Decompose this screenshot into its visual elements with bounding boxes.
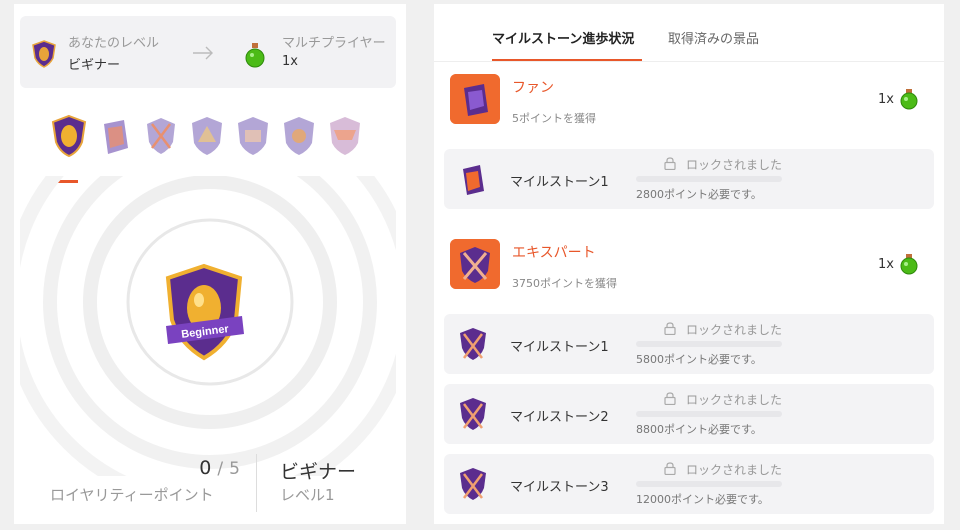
milestone-row: マイルストーン1 ロックされました 5800ポイント必要です。 (444, 314, 934, 374)
milestone-row: マイルストーン2 ロックされました 8800ポイント必要です。 (444, 384, 934, 444)
milestone-name: マイルストーン2 (510, 410, 609, 425)
milestone-name: マイルストーン1 (510, 340, 609, 355)
level7-badge-icon[interactable] (326, 114, 364, 158)
current-level-value: ビギナー (68, 58, 121, 73)
expert-milestone-icon (460, 398, 486, 430)
green-potion-icon (245, 43, 265, 68)
milestone-name: マイルストーン3 (510, 480, 609, 495)
milestone-requirement: 12000ポイント必要です。 (636, 493, 769, 506)
green-potion-icon (900, 254, 918, 275)
expert-milestone-icon (460, 468, 486, 500)
group-reward: 1x (878, 92, 894, 107)
lock-status: ロックされました (686, 393, 783, 407)
points-separator: / (217, 459, 224, 479)
level-panel: あなたのレベル ビギナー マルチプライヤー 1x Beginner 0 / 5 … (14, 4, 406, 524)
level6-badge-icon[interactable] (280, 114, 318, 158)
lock-icon (664, 322, 676, 335)
lock-status: ロックされました (686, 158, 783, 172)
milestone-requirement: 5800ポイント必要です。 (636, 353, 762, 366)
beginner-badge-icon[interactable] (50, 114, 88, 158)
expert-badge-icon[interactable] (142, 114, 180, 158)
points-label: ロイヤリティーポイント (50, 486, 214, 504)
shield-egg-icon (32, 40, 56, 68)
lock-status: ロックされました (686, 323, 783, 337)
fan-badge-icon[interactable] (96, 114, 134, 158)
lock-icon (664, 392, 676, 405)
beginner-shield-icon: Beginner (160, 262, 248, 362)
current-level-label: あなたのレベル (68, 36, 160, 51)
fan-milestone-icon (463, 165, 484, 195)
level-name: ビギナー (280, 461, 357, 483)
group-subtitle: 5ポイントを獲得 (512, 112, 596, 125)
points-total: 5 (229, 459, 240, 479)
lock-icon (664, 157, 676, 170)
tab-earned-rewards[interactable]: 取得済みの景品 (668, 28, 759, 47)
expert-tier-icon (450, 239, 500, 289)
badge-row (44, 114, 384, 164)
group-reward: 1x (878, 257, 894, 272)
level-number: レベル1 (280, 486, 335, 504)
group-title: エキスパート (512, 245, 596, 261)
green-potion-icon (900, 89, 918, 110)
active-tab-indicator (492, 59, 642, 61)
group-title: ファン (512, 80, 554, 96)
multiplier-value: 1x (282, 54, 298, 69)
expert-milestone-icon (460, 328, 486, 360)
milestone-progress-bar (636, 176, 782, 182)
lock-icon (664, 462, 676, 475)
tab-milestone-progress[interactable]: マイルストーン進歩状況 (492, 28, 634, 47)
milestone-row: マイルストーン1 ロックされました 2800ポイント必要です。 (444, 149, 934, 209)
multiplier-label: マルチプライヤー (282, 36, 386, 51)
tab-bar: マイルストーン進歩状況 取得済みの景品 (434, 4, 944, 62)
level4-badge-icon[interactable] (188, 114, 226, 158)
milestone-progress-bar (636, 341, 782, 347)
level-card: あなたのレベル ビギナー マルチプライヤー 1x (20, 16, 396, 88)
points-current: 0 (199, 457, 212, 479)
milestones-panel: マイルストーン進歩状況 取得済みの景品 ファン 5ポイントを獲得 1x マイルス… (434, 4, 944, 524)
milestone-progress-bar (636, 481, 782, 487)
points-value: 0 / 5 (164, 457, 240, 479)
group-subtitle: 3750ポイントを獲得 (512, 277, 617, 290)
milestone-progress-bar (636, 411, 782, 417)
lock-status: ロックされました (686, 463, 783, 477)
milestone-name: マイルストーン1 (510, 175, 609, 190)
milestone-row: マイルストーン3 ロックされました 12000ポイント必要です。 (444, 454, 934, 514)
milestone-requirement: 8800ポイント必要です。 (636, 423, 762, 436)
divider (256, 454, 257, 512)
fan-tier-icon (450, 74, 500, 124)
arrow-right-icon (193, 46, 213, 60)
milestone-requirement: 2800ポイント必要です。 (636, 188, 762, 201)
level5-badge-icon[interactable] (234, 114, 272, 158)
